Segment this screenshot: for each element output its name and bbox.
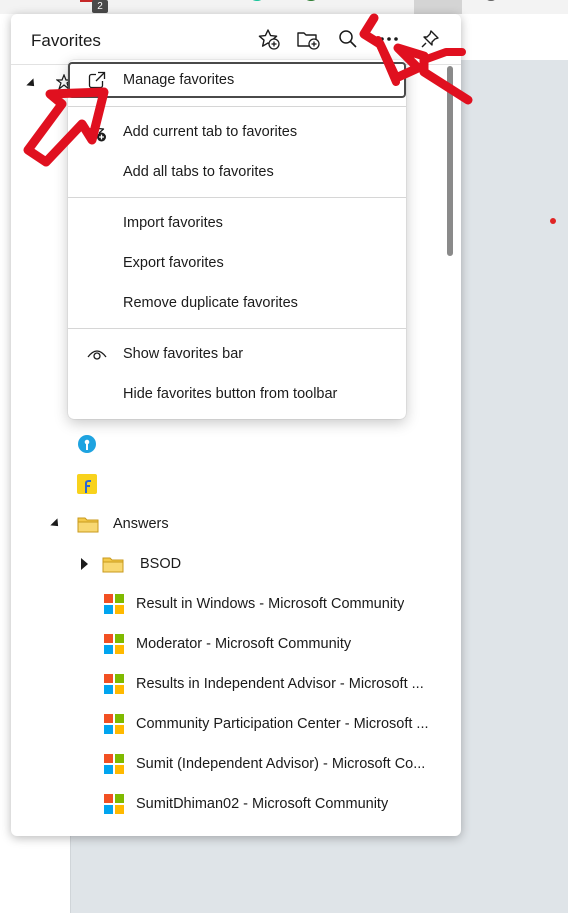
menu-separator (68, 197, 406, 198)
link-label: Community Participation Center - Microso… (136, 716, 429, 732)
red-dot-marker (550, 218, 556, 224)
extension-icon[interactable] (136, 0, 158, 10)
favorites-button-active[interactable] (414, 0, 462, 14)
menu-item-label: Export favorites (123, 255, 224, 271)
eye-icon (86, 343, 108, 365)
link-label: Moderator - Microsoft Community (136, 636, 352, 652)
menu-item-add-all-tabs[interactable]: Add all tabs to favorites (68, 153, 406, 191)
flipkart-favicon-icon (77, 474, 97, 494)
link-label: SumitDhiman02 - Microsoft Community (136, 796, 389, 812)
browser-toolbar: 2 (0, 0, 568, 14)
list-item[interactable] (77, 426, 97, 462)
menu-item-manage-favorites[interactable]: Manage favorites (68, 62, 406, 98)
favorites-star-icon[interactable] (20, 0, 42, 10)
microsoft-logo-icon (104, 714, 124, 734)
microsoft-logo-icon (104, 754, 124, 774)
menu-item-label: Add all tabs to favorites (123, 164, 274, 180)
menu-item-import[interactable]: Import favorites (68, 204, 406, 242)
sbi-favicon-icon (78, 435, 96, 453)
add-this-page-icon[interactable] (256, 26, 282, 52)
extension-icon[interactable] (300, 0, 322, 10)
folder-row-answers[interactable]: Answers (50, 506, 169, 542)
collapse-caret-icon[interactable] (81, 558, 88, 570)
link-label: Result in Windows - Microsoft Community (136, 596, 405, 612)
search-icon[interactable] (335, 26, 361, 52)
list-item[interactable]: Results in Independent Advisor - Microso… (104, 666, 444, 702)
list-item[interactable] (77, 466, 97, 502)
menu-item-show-favorites-bar[interactable]: Show favorites bar (68, 335, 406, 373)
scrollbar[interactable] (447, 66, 453, 256)
add-folder-icon[interactable] (295, 26, 321, 52)
folder-label: BSOD (140, 556, 182, 572)
menu-item-export[interactable]: Export favorites (68, 244, 406, 282)
favorites-bar-root-row[interactable] (26, 66, 38, 102)
menu-item-label: Add current tab to favorites (123, 124, 298, 140)
expand-caret-icon[interactable] (26, 78, 38, 90)
list-item[interactable]: Sumit (Independent Advisor) - Microsoft … (104, 746, 444, 782)
favicon-icon (56, 74, 68, 90)
folder-icon (77, 517, 99, 533)
pin-icon[interactable] (417, 26, 443, 52)
link-label: Sumit (Independent Advisor) - Microsoft … (136, 756, 426, 772)
menu-item-label: Manage favorites (123, 72, 235, 88)
list-item[interactable]: Community Participation Center - Microso… (104, 706, 449, 742)
list-item[interactable]: Result in Windows - Microsoft Community (104, 586, 444, 622)
menu-separator (68, 106, 406, 107)
menu-item-label: Hide favorites button from toolbar (123, 386, 338, 402)
menu-item-hide-favorites-button[interactable]: Hide favorites button from toolbar (68, 375, 406, 413)
more-options-menu: Manage favorites Add current tab to favo… (68, 60, 406, 419)
menu-item-label: Remove duplicate favorites (123, 295, 298, 311)
external-link-icon (86, 69, 108, 91)
link-label: Results in Independent Advisor - Microso… (136, 676, 424, 692)
grammarly-icon[interactable] (246, 0, 268, 10)
menu-item-remove-duplicates[interactable]: Remove duplicate favorites (68, 284, 406, 322)
microsoft-logo-icon (104, 794, 124, 814)
list-item[interactable]: Moderator - Microsoft Community (104, 626, 444, 662)
microsoft-logo-icon (104, 634, 124, 654)
account-icon[interactable] (480, 0, 502, 10)
menu-item-label: Import favorites (123, 215, 223, 231)
list-item[interactable]: SumitDhiman02 - Microsoft Community (104, 786, 444, 822)
expand-caret-icon[interactable] (50, 518, 62, 530)
menu-item-label: Show favorites bar (123, 346, 244, 362)
extensions-icon[interactable] (536, 0, 558, 10)
folder-label: Answers (113, 516, 169, 532)
extension-icon[interactable] (190, 0, 212, 10)
extension-badge: 2 (92, 0, 108, 13)
microsoft-logo-icon (104, 594, 124, 614)
extension-icon[interactable] (356, 0, 378, 10)
star-add-icon (86, 121, 108, 143)
panel-title: Favorites (31, 31, 101, 50)
more-options-icon[interactable] (376, 26, 402, 52)
menu-separator (68, 328, 406, 329)
microsoft-logo-icon (104, 674, 124, 694)
folder-row-bsod[interactable]: BSOD (81, 546, 181, 582)
menu-item-add-current-tab[interactable]: Add current tab to favorites (68, 113, 406, 151)
folder-icon (102, 557, 124, 573)
